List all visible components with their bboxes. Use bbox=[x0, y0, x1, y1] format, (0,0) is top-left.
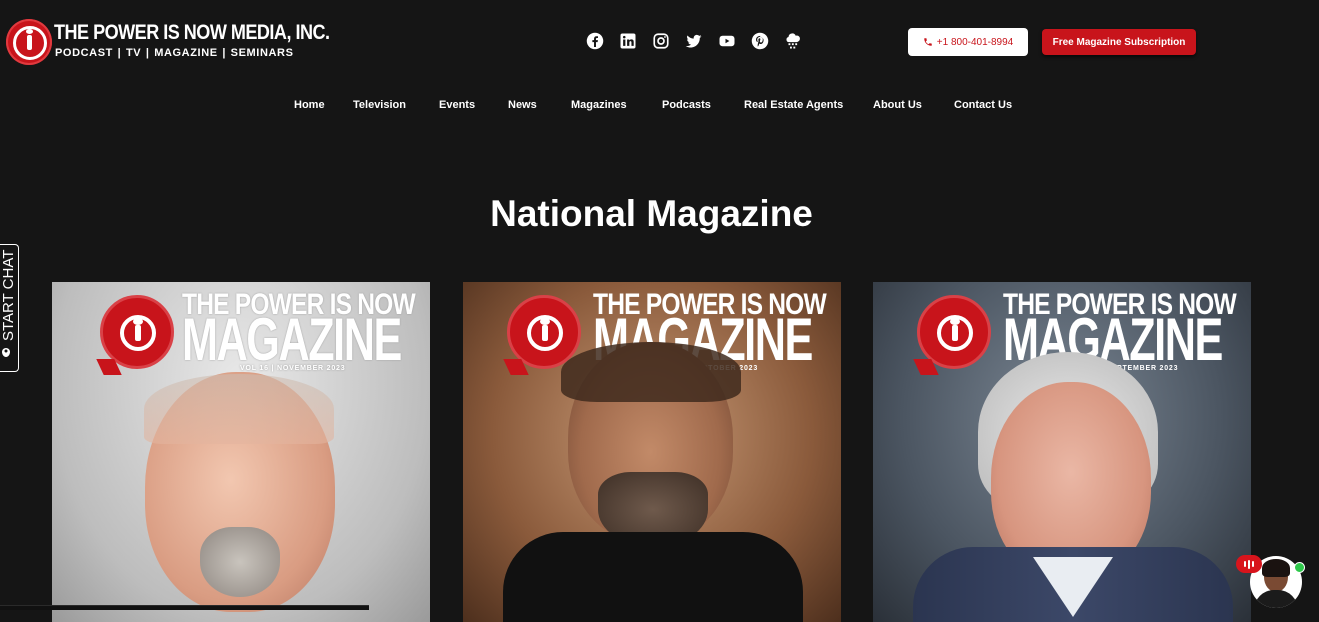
magazine-badge-icon bbox=[917, 295, 991, 369]
nav-item-events[interactable]: Events bbox=[439, 99, 475, 111]
instagram-icon[interactable] bbox=[652, 32, 670, 50]
pinterest-icon[interactable] bbox=[751, 32, 769, 50]
phone-button[interactable]: +1 800-401-8994 bbox=[908, 28, 1028, 56]
nav-item-podcasts[interactable]: Podcasts bbox=[662, 99, 711, 111]
logo-subtitle: PODCAST | TV | MAGAZINE | SEMINARS bbox=[55, 47, 294, 59]
magazine-badge-icon bbox=[100, 295, 174, 369]
linkedin-icon[interactable] bbox=[619, 32, 637, 50]
logo-badge-icon bbox=[6, 19, 52, 65]
youtube-icon[interactable] bbox=[718, 32, 736, 50]
chat-bubble-icon bbox=[1236, 555, 1262, 573]
twitter-icon[interactable] bbox=[685, 32, 703, 50]
online-status-indicator bbox=[1294, 562, 1305, 573]
nav-item-news[interactable]: News bbox=[508, 99, 537, 111]
magazine-cover[interactable]: THE POWER IS NOW MAGAZINE VOL 15 | OCTOB… bbox=[463, 282, 841, 622]
free-subscription-button[interactable]: Free Magazine Subscription bbox=[1042, 29, 1196, 55]
start-chat-label: START CHAT bbox=[0, 249, 17, 341]
nav-item-television[interactable]: Television bbox=[353, 99, 406, 111]
social-links bbox=[586, 32, 802, 50]
cloud-icon[interactable] bbox=[784, 32, 802, 50]
phone-number: +1 800-401-8994 bbox=[936, 36, 1014, 48]
magazine-cover[interactable]: THE POWER IS NOW MAGAZINE VOL 14 | SEPTE… bbox=[873, 282, 1251, 622]
live-chat-widget[interactable] bbox=[1236, 553, 1306, 609]
magazine-cover[interactable]: THE POWER IS NOW MAGAZINE VOL 16 | NOVEM… bbox=[52, 282, 430, 622]
main-nav: Home Television Events News Magazines Po… bbox=[0, 99, 1319, 115]
page-title: National Magazine bbox=[490, 193, 813, 234]
start-chat-tab[interactable]: START CHAT bbox=[0, 244, 19, 372]
chat-hand-icon bbox=[2, 348, 10, 357]
facebook-icon[interactable] bbox=[586, 32, 604, 50]
nav-item-about-us[interactable]: About Us bbox=[873, 99, 922, 111]
cover-title-line2: MAGAZINE bbox=[182, 306, 402, 373]
nav-item-real-estate-agents[interactable]: Real Estate Agents bbox=[744, 99, 843, 111]
nav-item-home[interactable]: Home bbox=[294, 99, 325, 111]
logo-title: THE POWER IS NOW MEDIA, INC. bbox=[54, 21, 330, 44]
company-logo[interactable]: THE POWER IS NOW MEDIA, INC. PODCAST | T… bbox=[6, 19, 330, 65]
cover-volume: VOL 16 | NOVEMBER 2023 bbox=[240, 365, 346, 372]
phone-icon bbox=[924, 38, 932, 46]
nav-item-magazines[interactable]: Magazines bbox=[571, 99, 627, 111]
nav-item-contact-us[interactable]: Contact Us bbox=[954, 99, 1012, 111]
bottom-bar bbox=[0, 605, 369, 610]
